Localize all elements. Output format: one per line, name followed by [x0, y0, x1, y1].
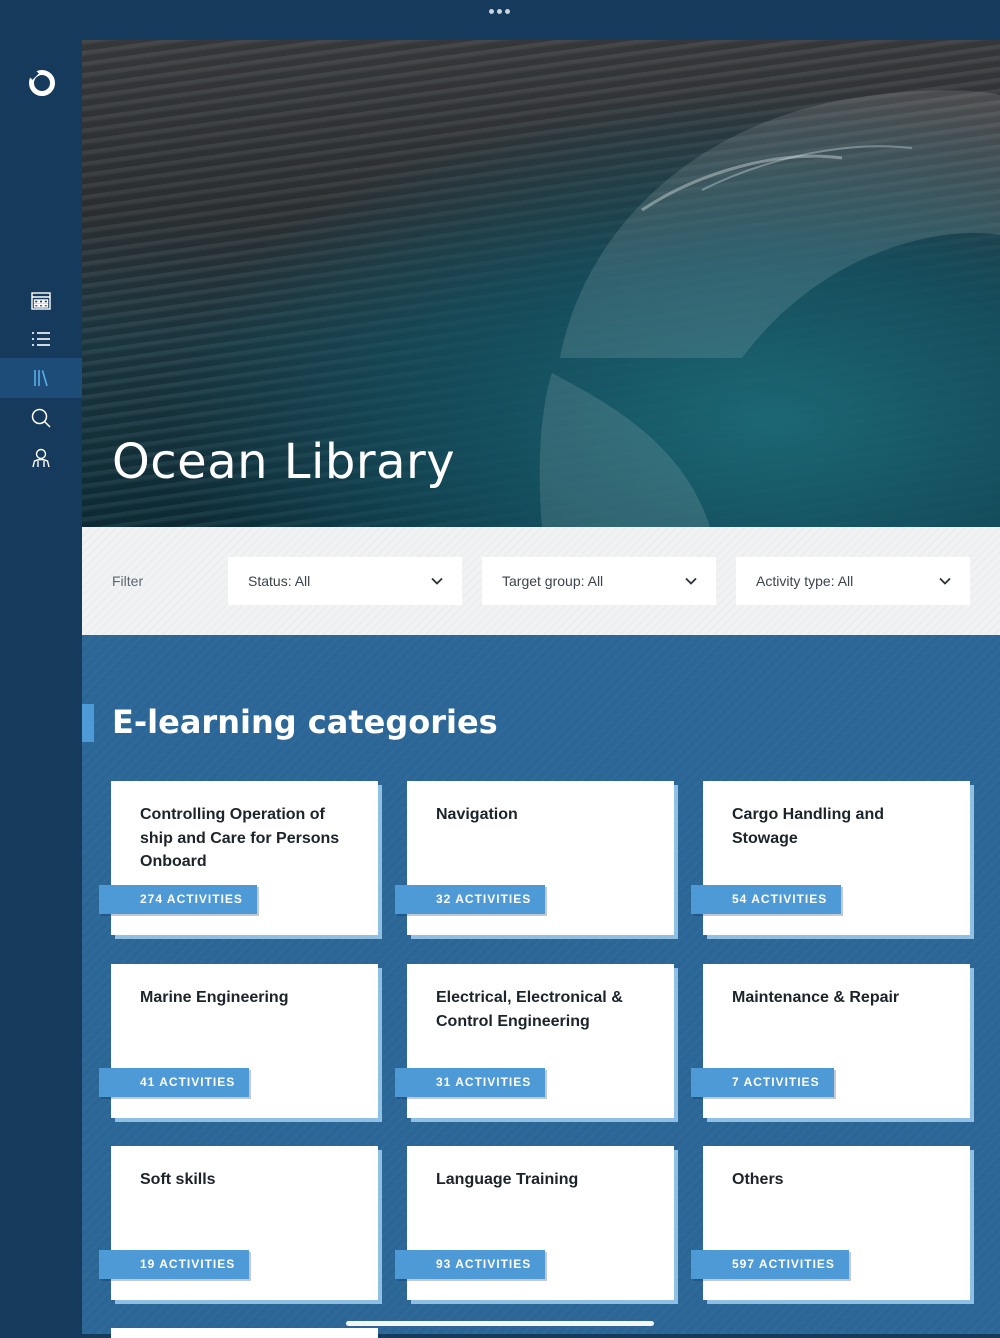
sidebar-item-list[interactable]: [0, 319, 82, 359]
category-card[interactable]: Marine Engineering 41 ACTIVITIES: [99, 964, 378, 1118]
activity-count-badge: 274 ACTIVITIES: [99, 885, 257, 914]
category-title: Cargo Handling and Stowage: [732, 806, 884, 847]
activity-count-badge: 7 ACTIVITIES: [691, 1068, 834, 1097]
search-icon: [31, 408, 51, 428]
dashboard-icon: [31, 292, 51, 310]
chevron-down-icon: [939, 577, 951, 585]
category-title: Others: [732, 1171, 784, 1188]
home-indicator[interactable]: [346, 1321, 654, 1326]
activity-count-badge: 597 ACTIVITIES: [691, 1250, 849, 1279]
categories-section: E-learning categories Controlling Operat…: [82, 635, 1000, 1334]
category-title: Electrical, Electronical & Control Engin…: [436, 989, 623, 1030]
user-icon: [32, 448, 50, 468]
category-card[interactable]: Controlling Operation of ship and Care f…: [99, 781, 378, 935]
page-title: Ocean Library: [112, 434, 456, 490]
activity-count-badge: 93 ACTIVITIES: [395, 1250, 546, 1279]
category-title: Marine Engineering: [140, 989, 289, 1006]
category-title: Soft skills: [140, 1171, 216, 1188]
activity-count-badge: 19 ACTIVITIES: [99, 1250, 250, 1279]
chevron-down-icon: [431, 577, 443, 585]
chevron-down-icon: [685, 577, 697, 585]
more-dots-icon[interactable]: [489, 9, 510, 14]
activity-type-filter-value: Activity type: All: [756, 573, 854, 589]
activity-count-badge: 32 ACTIVITIES: [395, 885, 546, 914]
category-card[interactable]: Electrical, Electronical & Control Engin…: [395, 964, 674, 1118]
activity-count-badge: 54 ACTIVITIES: [691, 885, 842, 914]
category-card[interactable]: Maintenance & Repair 7 ACTIVITIES: [691, 964, 970, 1118]
activity-count-badge: 31 ACTIVITIES: [395, 1068, 546, 1097]
category-card[interactable]: Cargo Handling and Stowage 54 ACTIVITIES: [691, 781, 970, 935]
section-accent-bar: [82, 704, 94, 742]
sidebar-item-dashboard[interactable]: [0, 281, 82, 321]
sidebar-item-search[interactable]: [0, 398, 82, 438]
top-bar: [0, 0, 1000, 40]
category-title: Maintenance & Repair: [732, 989, 900, 1006]
target-group-filter-value: Target group: All: [502, 573, 604, 589]
category-title: Navigation: [436, 806, 518, 823]
category-card[interactable]: Soft skills 19 ACTIVITIES: [99, 1146, 378, 1300]
status-filter-select[interactable]: Status: All: [228, 557, 462, 605]
sidebar-item-library[interactable]: [0, 358, 82, 398]
category-card[interactable]: Language Training 93 ACTIVITIES: [395, 1146, 674, 1300]
activity-count-badge: 41 ACTIVITIES: [99, 1068, 250, 1097]
category-title: Controlling Operation of ship and Care f…: [140, 806, 340, 870]
activity-type-filter-select[interactable]: Activity type: All: [736, 557, 970, 605]
status-filter-value: Status: All: [248, 573, 311, 589]
sidebar: [0, 0, 82, 1334]
category-card-peek[interactable]: [111, 1328, 378, 1338]
hero-banner: Ocean Library: [82, 40, 1000, 527]
sidebar-item-profile[interactable]: [0, 438, 82, 478]
section-title: E-learning categories: [112, 703, 498, 741]
target-group-filter-select[interactable]: Target group: All: [482, 557, 716, 605]
category-card[interactable]: Navigation 32 ACTIVITIES: [395, 781, 674, 935]
ring-logo-icon[interactable]: [29, 70, 55, 96]
list-icon: [32, 332, 50, 346]
filter-bar: Filter Status: All Target group: All Act…: [82, 527, 1000, 635]
filter-label: Filter: [112, 573, 144, 589]
category-title: Language Training: [436, 1171, 579, 1188]
library-icon: [34, 370, 48, 387]
category-card[interactable]: Others 597 ACTIVITIES: [691, 1146, 970, 1300]
